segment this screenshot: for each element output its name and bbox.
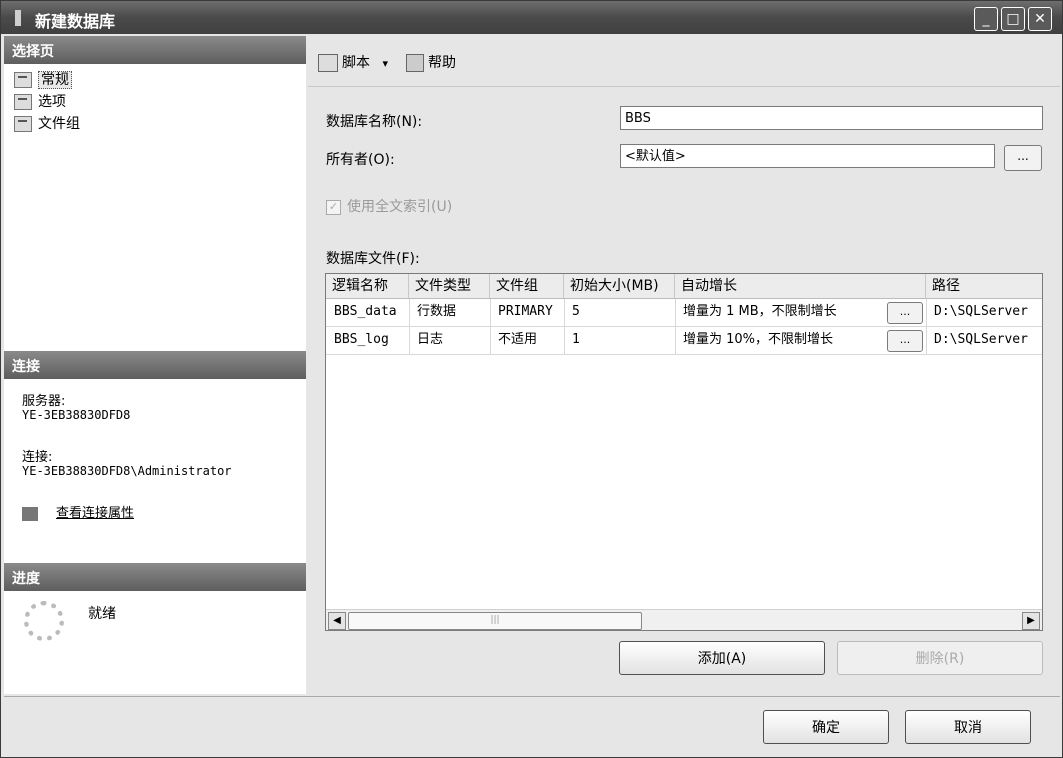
main-panel: 脚本 ▾ 帮助 数据库名称(N): BBS 所有者(O): <默认值> ... … (308, 36, 1060, 694)
remove-button[interactable]: 删除(R) (837, 641, 1043, 675)
ok-button[interactable]: 确定 (763, 710, 889, 744)
help-button[interactable]: 帮助 (406, 52, 456, 72)
page-item-options[interactable]: 选项 (14, 91, 66, 113)
cell-file-type[interactable]: 日志 (417, 327, 487, 353)
owner-input[interactable]: <默认值> (620, 144, 995, 168)
cancel-button[interactable]: 取消 (905, 710, 1031, 744)
col-path[interactable]: 路径 (926, 274, 1042, 298)
select-page-header: 选择页 (4, 36, 306, 64)
new-database-dialog: 新建数据库 _ □ ✕ 选择页 常规 选项 文件组 连接 服务器: YE-3EB… (0, 0, 1063, 758)
scroll-left-icon[interactable]: ◀ (328, 612, 346, 630)
cell-file-type[interactable]: 行数据 (417, 299, 487, 325)
col-filegroup[interactable]: 文件组 (490, 274, 564, 298)
view-connection-properties[interactable]: 查看连接属性 (22, 502, 134, 521)
add-button[interactable]: 添加(A) (619, 641, 825, 675)
cell-path[interactable]: D:\SQLServer (934, 327, 1040, 353)
connection-properties-icon (22, 506, 38, 521)
cell-autogrowth: 增量为 1 MB，不限制增长 (683, 304, 837, 319)
close-button[interactable]: ✕ (1028, 7, 1052, 31)
cell-filegroup[interactable]: PRIMARY (498, 299, 562, 325)
title-bar[interactable]: 新建数据库 _ □ ✕ (1, 1, 1062, 34)
left-panel: 选择页 常规 选项 文件组 连接 服务器: YE-3EB38830DFD8 连接… (4, 36, 306, 694)
connection-header: 连接 (4, 351, 306, 379)
autogrowth-edit-button[interactable]: ... (887, 330, 923, 352)
db-files-grid[interactable]: 逻辑名称 文件类型 文件组 初始大小(MB) 自动增长 路径 BBS_data … (325, 273, 1043, 631)
minimize-button[interactable]: _ (974, 7, 998, 31)
toolbar: 脚本 ▾ 帮助 (308, 36, 1060, 87)
cell-logical-name[interactable]: BBS_data (334, 299, 406, 325)
page-icon (14, 116, 32, 132)
app-icon (15, 10, 21, 26)
progress-status: 就绪 (88, 606, 116, 622)
page-icon (14, 72, 32, 88)
cell-initial-size[interactable]: 1 (572, 327, 672, 353)
table-row[interactable]: BBS_data 行数据 PRIMARY 5 增量为 1 MB，不限制增长 ..… (326, 299, 1042, 327)
col-file-type[interactable]: 文件类型 (409, 274, 490, 298)
page-icon (14, 94, 32, 110)
autogrowth-edit-button[interactable]: ... (887, 302, 923, 324)
db-name-label: 数据库名称(N): (326, 114, 423, 130)
page-item-general[interactable]: 常规 (14, 69, 72, 91)
db-name-input[interactable]: BBS (620, 106, 1043, 130)
cell-filegroup[interactable]: 不适用 (498, 327, 562, 353)
cell-initial-size[interactable]: 5 (572, 299, 672, 325)
fulltext-checkbox[interactable]: ✓ 使用全文索引(U) (326, 196, 452, 216)
script-button[interactable]: 脚本 ▾ (318, 52, 388, 72)
cell-autogrowth: 增量为 10%，不限制增长 (683, 332, 834, 347)
grid-header: 逻辑名称 文件类型 文件组 初始大小(MB) 自动增长 路径 (326, 274, 1042, 299)
db-files-label: 数据库文件(F): (326, 251, 420, 267)
col-autogrowth[interactable]: 自动增长 (675, 274, 926, 298)
owner-label: 所有者(O): (326, 152, 395, 168)
server-label: 服务器: (22, 394, 66, 409)
progress-spinner-icon (24, 601, 64, 641)
horizontal-scrollbar[interactable]: ◀ ||| ▶ (326, 609, 1042, 630)
dialog-footer: 确定 取消 (4, 696, 1060, 757)
owner-browse-button[interactable]: ... (1004, 145, 1042, 171)
help-icon (406, 54, 424, 72)
script-icon (318, 54, 338, 72)
maximize-button[interactable]: □ (1001, 7, 1025, 31)
chevron-down-icon[interactable]: ▾ (382, 57, 388, 70)
table-row[interactable]: BBS_log 日志 不适用 1 增量为 10%，不限制增长 ... D:\SQ… (326, 327, 1042, 355)
scroll-right-icon[interactable]: ▶ (1022, 612, 1040, 630)
col-logical-name[interactable]: 逻辑名称 (326, 274, 409, 298)
page-item-filegroups[interactable]: 文件组 (14, 113, 80, 135)
progress-header: 进度 (4, 563, 306, 591)
connection-value: YE-3EB38830DFD8\Administrator (22, 464, 232, 478)
cell-path[interactable]: D:\SQLServer (934, 299, 1040, 325)
window-title: 新建数据库 (35, 12, 116, 31)
checkmark-icon: ✓ (326, 199, 341, 215)
cell-logical-name[interactable]: BBS_log (334, 327, 406, 353)
connection-label: 连接: (22, 450, 53, 465)
col-initial-size[interactable]: 初始大小(MB) (564, 274, 675, 298)
scroll-thumb[interactable]: ||| (348, 612, 642, 630)
server-value: YE-3EB38830DFD8 (22, 408, 131, 422)
